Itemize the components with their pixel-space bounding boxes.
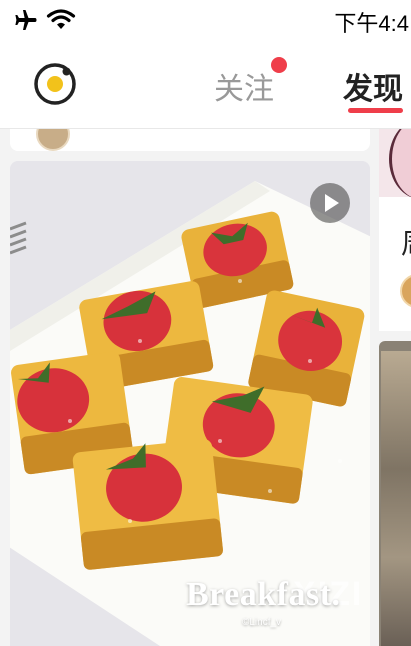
side-card-title: 周	[401, 222, 411, 262]
status-bar: 下午4:4	[0, 0, 411, 42]
notification-dot	[271, 57, 287, 73]
feed-card-previous[interactable]	[10, 129, 370, 151]
image-caption: Breakfast.	[186, 576, 341, 613]
feed-card-side-2[interactable]	[379, 341, 411, 646]
side-card-image	[379, 129, 411, 199]
image-credit: ©Lincf_v	[242, 617, 282, 628]
side-card-image	[381, 351, 411, 646]
airplane-icon	[15, 10, 37, 30]
tab-discover[interactable]: 发现	[343, 64, 403, 108]
breakfast-photo	[10, 161, 370, 646]
feed-card-video[interactable]: XIZI Breakfast. ©Lincf_v	[10, 161, 370, 646]
feed-card-side[interactable]: 周	[379, 129, 411, 331]
camera-logo-icon[interactable]	[33, 62, 77, 106]
wifi-icon	[46, 9, 76, 29]
top-nav: 关注 发现	[0, 42, 411, 129]
status-time: 下午4:4	[334, 11, 409, 36]
avatar	[400, 274, 411, 308]
active-tab-indicator	[348, 108, 403, 113]
tab-follow[interactable]: 关注	[214, 64, 274, 108]
play-icon[interactable]	[310, 183, 350, 223]
avatar	[36, 129, 70, 151]
